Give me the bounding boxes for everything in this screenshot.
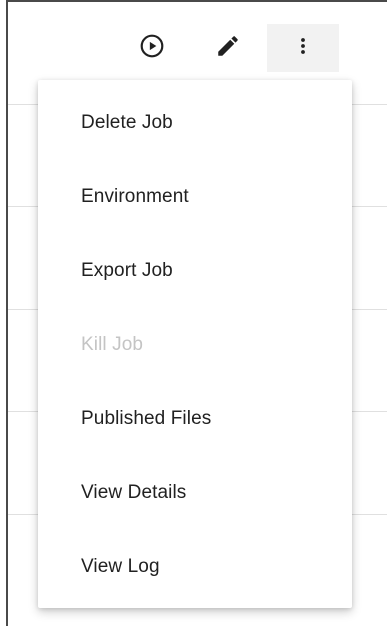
- menu-item-label: Delete Job: [81, 112, 173, 133]
- menu-item-view-details[interactable]: View Details: [38, 456, 352, 530]
- more-actions-button[interactable]: [267, 24, 339, 72]
- panel-border: [6, 0, 8, 626]
- menu-item-label: Published Files: [81, 408, 212, 429]
- menu-item-published-files[interactable]: Published Files: [38, 382, 352, 456]
- panel-border-top: [6, 0, 387, 2]
- menu-item-kill-job: Kill Job: [38, 308, 352, 382]
- page: Delete Job Environment Export Job Kill J…: [0, 0, 387, 626]
- menu-item-export-job[interactable]: Export Job: [38, 234, 352, 308]
- run-job-button[interactable]: [116, 24, 188, 72]
- job-actions-menu: Delete Job Environment Export Job Kill J…: [38, 80, 352, 608]
- menu-item-environment[interactable]: Environment: [38, 160, 352, 234]
- job-toolbar: [0, 24, 387, 72]
- menu-item-label: Kill Job: [81, 334, 144, 355]
- menu-item-delete-job[interactable]: Delete Job: [38, 86, 352, 160]
- menu-item-view-log[interactable]: View Log: [38, 530, 352, 604]
- menu-item-label: Export Job: [81, 260, 173, 281]
- menu-item-label: Environment: [81, 186, 189, 207]
- more-vertical-icon: [291, 34, 315, 63]
- edit-job-button[interactable]: [192, 24, 264, 72]
- pencil-icon: [215, 33, 241, 64]
- play-circle-icon: [139, 33, 165, 64]
- menu-item-label: View Log: [81, 556, 160, 577]
- menu-item-label: View Details: [81, 482, 187, 503]
